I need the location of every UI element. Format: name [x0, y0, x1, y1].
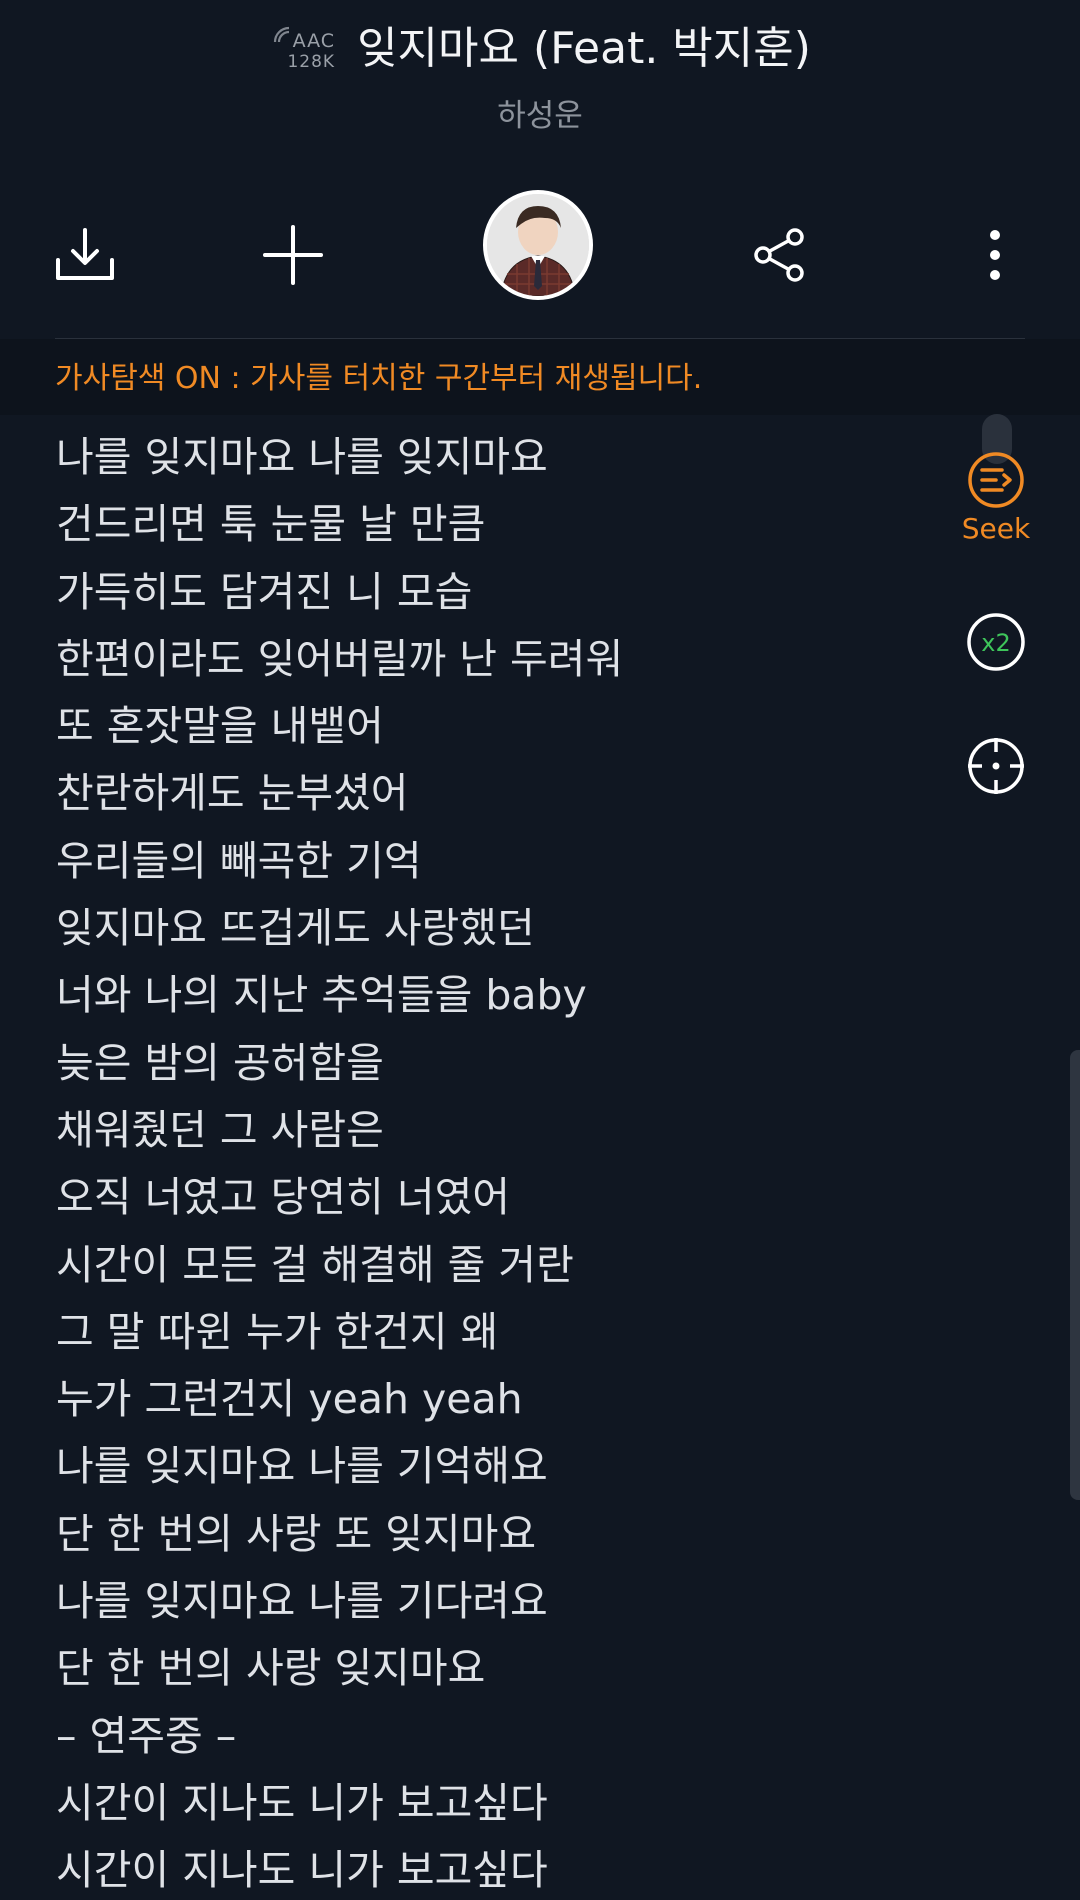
seek-icon [968, 452, 1024, 508]
lyric-line[interactable]: 단 한 번의 사랑 잊지마요 [56, 1635, 936, 1702]
seek-label: Seek [961, 512, 1031, 545]
crosshair-icon [968, 738, 1024, 794]
lyric-line[interactable]: 시간이 지나도 니가 보고싶다 [56, 1770, 936, 1837]
lyric-line[interactable]: 가득히도 담겨진 니 모습 [56, 559, 936, 626]
lyric-line[interactable]: 채워줬던 그 사람은 [56, 1097, 936, 1164]
action-row [0, 190, 1080, 310]
download-button[interactable] [50, 220, 120, 290]
audio-quality-badge: AAC 128K [269, 16, 335, 72]
lyric-line[interactable]: 그 말 따윈 누가 한건지 왜 [56, 1299, 936, 1366]
avatar-image [487, 194, 589, 296]
lyric-line[interactable]: 시간이 지나도 니가 보고싶다 [56, 1837, 936, 1900]
quality-codec: AAC [292, 30, 336, 52]
lyric-line[interactable]: – 연주중 – [56, 1703, 936, 1770]
lyric-line[interactable]: 한편이라도 잊어버릴까 난 두려워 [56, 626, 936, 693]
more-options-button[interactable] [970, 220, 1020, 290]
title-row: AAC 128K 잊지마요 (Feat. 박지훈) [0, 12, 1080, 76]
speed-x2-button[interactable]: x2 [966, 612, 1026, 672]
speed-icon: x2 [967, 613, 1025, 671]
header: AAC 128K 잊지마요 (Feat. 박지훈) 하성운 [0, 0, 1080, 140]
artist-avatar[interactable] [483, 190, 593, 300]
lyric-line[interactable]: 건드리면 툭 눈물 날 만큼 [56, 491, 936, 558]
lyrics-search-banner: 가사탐색 ON : 가사를 터치한 구간부터 재생됩니다. [0, 339, 1080, 415]
more-vertical-icon [990, 230, 1000, 280]
plus-icon [263, 225, 323, 285]
lyric-line[interactable]: 오직 너였고 당연히 너였어 [56, 1164, 936, 1231]
lyric-line[interactable]: 나를 잊지마요 나를 기억해요 [56, 1433, 936, 1500]
share-icon [754, 228, 804, 282]
current-line-button[interactable] [966, 736, 1026, 796]
lyrics-search-notice: 가사탐색 ON : 가사를 터치한 구간부터 재생됩니다. [55, 361, 703, 396]
share-button[interactable] [745, 220, 815, 290]
seek-button[interactable]: Seek [958, 450, 1034, 550]
lyric-line[interactable]: 우리들의 빼곡한 기억 [56, 828, 936, 895]
lyrics-list: 나를 잊지마요 나를 잊지마요 건드리면 툭 눈물 날 만큼 가득히도 담겨진 니 … [56, 424, 936, 1900]
download-icon [56, 228, 114, 280]
speed-label: x2 [981, 629, 1010, 657]
lyric-line[interactable]: 또 혼잣말을 내뱉어 [56, 693, 936, 760]
song-title: 잊지마요 (Feat. 박지훈) [357, 23, 811, 74]
lyric-line[interactable]: 누가 그런건지 yeah yeah [56, 1366, 936, 1433]
lyric-line[interactable]: 나를 잊지마요 나를 잊지마요 [56, 424, 936, 491]
lyric-line[interactable]: 단 한 번의 사랑 또 잊지마요 [56, 1501, 936, 1568]
lyric-line[interactable]: 너와 나의 지난 추억들을 baby [56, 962, 936, 1029]
lyric-line[interactable]: 찬란하게도 눈부셨어 [56, 760, 936, 827]
artist-name[interactable]: 하성운 [0, 90, 1080, 135]
edge-panel-handle[interactable] [1070, 1050, 1080, 1500]
lyric-line[interactable]: 나를 잊지마요 나를 기다려요 [56, 1568, 936, 1635]
lyric-line[interactable]: 늦은 밤의 공허함을 [56, 1030, 936, 1097]
lyrics-player-screen: AAC 128K 잊지마요 (Feat. 박지훈) 하성운 가사탐색 ON: … [0, 0, 1080, 1900]
add-to-playlist-button[interactable] [258, 220, 328, 290]
signal-icon [273, 26, 290, 43]
quality-bitrate: 128K [287, 52, 336, 72]
lyric-line[interactable]: 잊지마요 뜨겁게도 사랑했던 [56, 895, 936, 962]
lyric-line[interactable]: 시간이 모든 걸 해결해 줄 거란 [56, 1232, 936, 1299]
